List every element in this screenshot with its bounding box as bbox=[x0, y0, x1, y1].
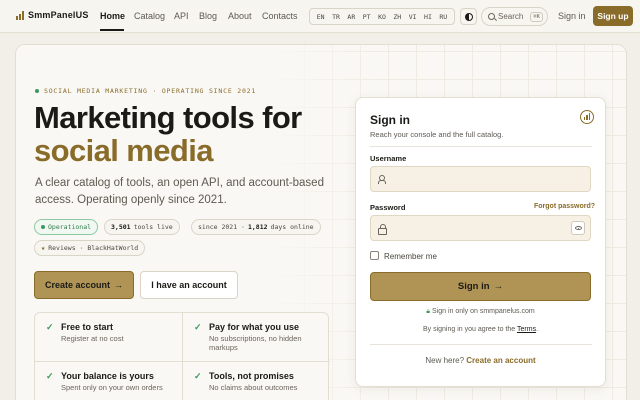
have-account-button[interactable]: I have an account bbox=[140, 271, 238, 299]
header-signin-link[interactable]: Sign in bbox=[558, 11, 586, 21]
eyebrow-text: SOCIAL MEDIA MARKETING · OPERATING SINCE… bbox=[44, 87, 257, 95]
nav-catalog[interactable]: Catalog bbox=[134, 11, 165, 21]
show-password-button[interactable] bbox=[571, 221, 585, 235]
check-icon: ✓ bbox=[46, 322, 54, 332]
username-label: Username bbox=[370, 154, 407, 163]
secure-domain-note: 🔒︎ Sign in only on smmpanelus.com bbox=[426, 308, 535, 315]
terms-link[interactable]: Terms bbox=[517, 326, 536, 333]
lang-hi[interactable]: HI bbox=[424, 13, 432, 21]
feature-item: ✓ Your balance is yours Spent only on yo… bbox=[46, 371, 163, 392]
tools-count-badge: 3,501 tools live bbox=[104, 219, 180, 235]
terms-note: By signing in you agree to the Terms. bbox=[422, 326, 539, 333]
signin-subtitle: Reach your console and the full catalog. bbox=[370, 130, 504, 139]
arrow-right-icon: → bbox=[114, 280, 124, 290]
password-field-wrap bbox=[370, 215, 591, 241]
theme-toggle-button[interactable] bbox=[460, 8, 477, 25]
lock-icon bbox=[378, 224, 387, 235]
brand-name: SmmPanelUS bbox=[28, 10, 89, 20]
top-header: SmmPanelUS Home Catalog API Blog About C… bbox=[0, 0, 640, 33]
username-input[interactable] bbox=[389, 169, 569, 189]
bars-logo-icon bbox=[16, 10, 24, 20]
user-icon bbox=[378, 175, 386, 184]
forgot-password-link[interactable]: Forgot password? bbox=[534, 203, 595, 210]
hero-eyebrow: SOCIAL MEDIA MARKETING · OPERATING SINCE… bbox=[35, 87, 256, 95]
star-icon: ★ bbox=[41, 244, 46, 252]
lang-vi[interactable]: VI bbox=[409, 13, 417, 21]
nav-api[interactable]: API bbox=[174, 11, 189, 21]
password-label: Password bbox=[370, 203, 406, 212]
signup-button[interactable]: Sign up bbox=[593, 6, 633, 26]
language-switcher: EN TR AR PT KO ZH VI HI RU bbox=[309, 8, 455, 25]
arrow-right-icon: → bbox=[493, 281, 504, 292]
chart-badge-icon bbox=[580, 110, 594, 124]
lang-en[interactable]: EN bbox=[317, 13, 325, 21]
lang-ru[interactable]: RU bbox=[439, 13, 447, 21]
eye-icon bbox=[574, 226, 582, 230]
search-label: Search bbox=[498, 12, 524, 21]
nav-home[interactable]: Home bbox=[100, 11, 125, 21]
lang-ko[interactable]: KO bbox=[378, 13, 386, 21]
create-account-button[interactable]: Create account → bbox=[34, 271, 134, 299]
signin-title: Sign in bbox=[370, 113, 410, 127]
status-dot-icon bbox=[35, 89, 39, 93]
hero-subtitle: A clear catalog of tools, an open API, a… bbox=[35, 177, 324, 206]
tools-count: 3,501 bbox=[111, 223, 131, 231]
check-icon: ✓ bbox=[46, 371, 54, 381]
nav-active-indicator bbox=[100, 29, 124, 31]
check-icon: ✓ bbox=[194, 371, 202, 381]
feature-item: ✓ Pay for what you use No subscriptions,… bbox=[194, 322, 302, 352]
lock-icon: 🔒︎ bbox=[426, 308, 431, 315]
reviews-badge[interactable]: ★ Reviews · BlackHatWorld bbox=[34, 240, 146, 256]
hero-title-line2: social media bbox=[34, 133, 214, 168]
signin-card: Sign in Reach your console and the full … bbox=[355, 97, 606, 387]
create-account-link[interactable]: Create an account bbox=[466, 356, 535, 365]
check-icon: ✓ bbox=[194, 322, 202, 332]
signin-submit-button[interactable]: Sign in → bbox=[370, 272, 591, 301]
remember-me-label[interactable]: Remember me bbox=[384, 252, 437, 261]
nav-about[interactable]: About bbox=[228, 11, 252, 21]
search-icon bbox=[488, 13, 495, 20]
password-input[interactable] bbox=[389, 218, 569, 238]
feature-item: ✓ Free to start Register at no cost bbox=[46, 322, 124, 343]
lang-ar[interactable]: AR bbox=[347, 13, 355, 21]
days-count: 1,812 bbox=[247, 223, 268, 231]
nav-blog[interactable]: Blog bbox=[199, 11, 217, 21]
status-dot-icon bbox=[41, 225, 45, 229]
feature-item: ✓ Tools, not promises No claims about ou… bbox=[194, 371, 298, 392]
features-grid: ✓ Free to start Register at no cost ✓ Pa… bbox=[34, 312, 330, 400]
status-badge: Operational bbox=[34, 219, 99, 235]
lang-tr[interactable]: TR bbox=[332, 13, 340, 21]
lang-pt[interactable]: PT bbox=[363, 13, 371, 21]
brand-logo[interactable]: SmmPanelUS bbox=[16, 10, 89, 20]
username-field-wrap bbox=[370, 166, 591, 192]
hero-title-line1: Marketing tools for bbox=[34, 100, 302, 135]
remember-me-checkbox[interactable] bbox=[370, 251, 379, 260]
lang-zh[interactable]: ZH bbox=[393, 13, 401, 21]
search-button[interactable]: Search ⌘K bbox=[481, 7, 548, 26]
contrast-icon bbox=[464, 12, 473, 21]
new-here-row: New here? Create an account bbox=[425, 356, 536, 365]
nav-contacts[interactable]: Contacts bbox=[262, 11, 298, 21]
uptime-badge: since 2021 · 1,812 days online bbox=[191, 219, 321, 235]
search-shortcut: ⌘K bbox=[530, 11, 543, 22]
